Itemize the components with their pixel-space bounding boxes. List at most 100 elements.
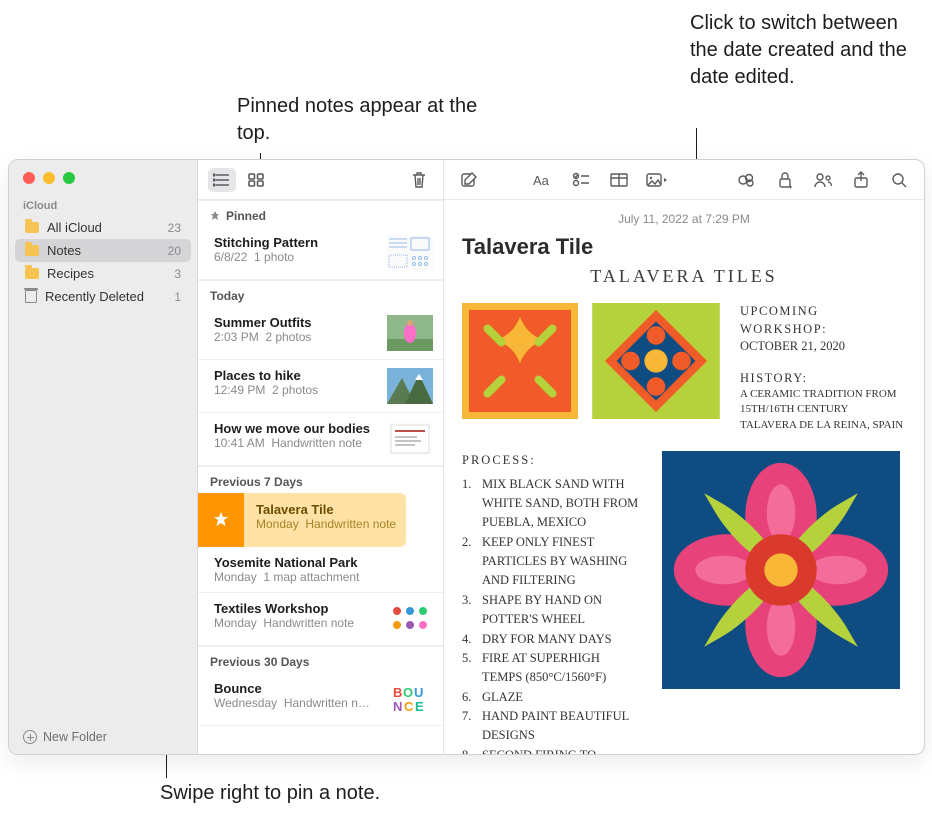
link-button[interactable] [734,169,760,191]
search-button[interactable] [886,169,912,191]
note-row-bodies[interactable]: How we move our bodies 10:41 AM Handwrit… [198,413,443,466]
tile-image-1 [462,303,578,419]
note-row-stitching[interactable]: Stitching Pattern 6/8/22 1 photo [198,227,443,280]
note-title: Yosemite National Park [214,555,433,570]
note-sub: 12:49 PM 2 photos [214,383,379,397]
note-sub: Monday 1 map attachment [214,570,433,584]
note-row-bounce[interactable]: Bounce Wednesday Handwritten n… BOUNCE [198,673,443,726]
process-step: 3.SHAPE BY HAND ON POTTER'S WHEEL [462,591,640,630]
group-header-label: Today [210,289,244,303]
note-title: Talavera Tile [256,502,396,517]
note-list-pane: Pinned Stitching Pattern 6/8/22 1 photo … [198,160,444,754]
process-step: 2.KEEP ONLY FINEST PARTICLES BY WASHING … [462,533,640,591]
callout-pinned: Pinned notes appear at the top. [237,93,497,147]
sidebar-item-label: Notes [47,243,81,258]
note-thumbnail: BOUNCE [387,681,433,717]
sidebar-item-recipes[interactable]: Recipes 3 [15,262,191,285]
lock-button[interactable] [772,169,798,191]
note-thumbnail [387,601,433,637]
sidebar: iCloud All iCloud 23 Notes 20 Recipes 3 [9,160,198,754]
group-header-label: Previous 30 Days [210,655,309,669]
svg-text:O: O [403,685,413,700]
note-row-textiles[interactable]: Textiles Workshop Monday Handwritten not… [198,593,443,646]
note-title: How we move our bodies [214,421,379,436]
folder-icon [25,245,39,256]
tile-image-large [656,451,906,689]
note-row-yosemite[interactable]: Yosemite National Park Monday 1 map atta… [198,547,443,593]
workshop-label: UPCOMING WORKSHOP: [740,303,906,338]
sidebar-item-count: 1 [174,290,181,304]
note-row-talavera[interactable]: Talavera Tile Monday Handwritten note [198,493,443,547]
sidebar-item-notes[interactable]: Notes 20 [15,239,191,262]
note-thumbnail [387,235,433,271]
process-step: 7.HAND PAINT BEAUTIFUL DESIGNS [462,707,640,746]
table-button[interactable] [606,169,632,191]
new-folder-button[interactable]: New Folder [9,720,197,754]
format-button[interactable]: Aa [530,169,556,191]
collaborate-button[interactable] [810,169,836,191]
note-sub: Monday Handwritten note [256,517,396,531]
group-header-label: Previous 7 Days [210,475,303,489]
sidebar-item-label: Recipes [47,266,94,281]
group-header-label: Pinned [226,209,266,223]
sidebar-item-all-icloud[interactable]: All iCloud 23 [15,216,191,239]
notes-window: iCloud All iCloud 23 Notes 20 Recipes 3 [8,159,925,755]
svg-text:C: C [404,699,414,714]
sidebar-item-label: All iCloud [47,220,102,235]
note-row-summer[interactable]: Summer Outfits 2:03 PM 2 photos [198,307,443,360]
delete-note-button[interactable] [405,168,433,192]
list-group-prev7: Previous 7 Days [198,466,443,493]
compose-button[interactable] [456,169,482,191]
list-toolbar [198,160,443,200]
folder-icon [25,268,39,279]
process-step: 5.FIRE AT SUPERHIGH TEMPS (850°C/1560°F) [462,649,640,688]
window-controls [9,160,197,194]
sidebar-item-label: Recently Deleted [45,289,144,304]
sidebar-section-header: iCloud [9,194,197,214]
note-title: Summer Outfits [214,315,379,330]
minimize-window-button[interactable] [43,172,55,184]
plus-circle-icon [23,730,37,744]
view-grid-button[interactable] [242,168,270,192]
sidebar-item-count: 23 [168,221,181,235]
history-text: A CERAMIC TRADITION FROM 15TH/16TH CENTU… [740,387,906,433]
note-thumbnail [387,421,433,457]
note-title: Places to hike [214,368,379,383]
note-sub: Monday Handwritten note [214,616,379,630]
note-title: Textiles Workshop [214,601,379,616]
content-toolbar: Aa [444,160,924,200]
media-button[interactable] [644,169,670,191]
note-row-hike[interactable]: Places to hike 12:49 PM 2 photos [198,360,443,413]
view-list-button[interactable] [208,168,236,192]
note-title: Bounce [214,681,379,696]
list-group-prev30: Previous 30 Days [198,646,443,673]
note-thumbnail [387,315,433,351]
svg-text:U: U [414,685,423,700]
note-title: Stitching Pattern [214,235,379,250]
svg-text:E: E [415,699,424,714]
list-group-pinned: Pinned [198,200,443,227]
zoom-window-button[interactable] [63,172,75,184]
checklist-button[interactable] [568,169,594,191]
pin-swipe-action[interactable] [198,493,244,547]
note-document: July 11, 2022 at 7:29 PM Talavera Tile T… [444,200,924,754]
note-date[interactable]: July 11, 2022 at 7:29 PM [462,208,906,234]
workshop-date: OCTOBER 21, 2020 [740,338,906,356]
trash-icon [25,290,37,303]
process-step: 4.DRY FOR MANY DAYS [462,630,640,649]
process-step: 6.GLAZE [462,688,640,707]
new-folder-label: New Folder [43,730,107,744]
process-label: PROCESS: [462,451,640,470]
svg-text:N: N [393,699,402,714]
note-sub: 2:03 PM 2 photos [214,330,379,344]
note-content-pane: Aa July 11, 2022 at 7:29 PM Talavera Til… [444,160,924,754]
sidebar-item-count: 3 [174,267,181,281]
close-window-button[interactable] [23,172,35,184]
note-thumbnail [387,368,433,404]
process-step: 1.MIX BLACK SAND WITH WHITE SAND, BOTH F… [462,475,640,533]
svg-text:B: B [393,685,402,700]
process-steps: 1.MIX BLACK SAND WITH WHITE SAND, BOTH F… [462,475,640,754]
sidebar-item-recently-deleted[interactable]: Recently Deleted 1 [15,285,191,308]
folder-icon [25,222,39,233]
share-button[interactable] [848,169,874,191]
